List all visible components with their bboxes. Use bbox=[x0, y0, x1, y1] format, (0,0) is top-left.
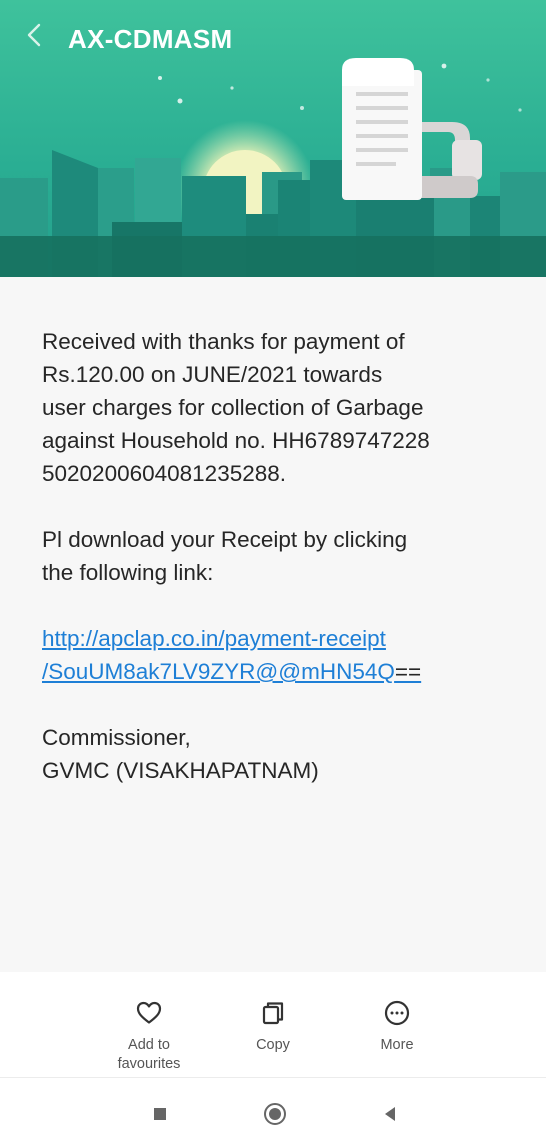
receipt-link-text[interactable]: /SouUM8ak7LV9ZYR@@mHN54Q bbox=[42, 659, 395, 684]
copy-label: Copy bbox=[256, 1037, 290, 1053]
message-line: against Household no. HH6789747228 bbox=[42, 428, 430, 453]
sender-name: AX-CDMASM bbox=[68, 24, 233, 54]
recents-button[interactable] bbox=[146, 1100, 174, 1128]
favourites-label: Add to favourites bbox=[118, 1036, 181, 1074]
receipt-link-line2[interactable]: /SouUM8ak7LV9ZYR@@mHN54Q== bbox=[42, 655, 522, 688]
add-to-favourites-button[interactable]: Add to favourites bbox=[99, 998, 199, 1074]
home-button[interactable] bbox=[261, 1100, 289, 1128]
favourites-label-line2: favourites bbox=[117, 1056, 181, 1072]
triangle-back-icon bbox=[385, 1107, 395, 1121]
link-paragraph: http://apclap.co.in/payment-receipt /Sou… bbox=[42, 622, 522, 688]
signature-line: Commissioner, bbox=[42, 725, 191, 750]
back-button[interactable] bbox=[26, 22, 54, 54]
signature-paragraph: Commissioner, GVMC (VISAKHAPATNAM) bbox=[42, 721, 522, 787]
nav-back-button[interactable] bbox=[376, 1100, 404, 1128]
message-line: user charges for collection of Garbage bbox=[42, 395, 424, 420]
message-line: Rs.120.00 on JUNE/2021 towards bbox=[42, 362, 383, 387]
sms-detail-screen: AX-CDMASM Received with thanks for payme… bbox=[0, 0, 546, 1148]
copy-icon bbox=[258, 998, 288, 1028]
system-navigation-bar bbox=[0, 1077, 546, 1148]
message-line: Pl download your Receipt by clicking bbox=[42, 527, 408, 552]
more-button[interactable]: More bbox=[347, 998, 447, 1055]
favourites-label-line1: Add to bbox=[128, 1037, 170, 1053]
message-line: Received with thanks for payment of bbox=[42, 329, 405, 354]
receipt-link-line1[interactable]: http://apclap.co.in/payment-receipt bbox=[42, 622, 522, 655]
signature-line: GVMC (VISAKHAPATNAM) bbox=[42, 758, 319, 783]
chevron-left-icon bbox=[27, 23, 41, 47]
header-banner: AX-CDMASM bbox=[0, 0, 546, 277]
square-icon bbox=[154, 1108, 166, 1120]
message-line: the following link: bbox=[42, 560, 214, 585]
more-icon bbox=[382, 998, 412, 1028]
copy-button[interactable]: Copy bbox=[223, 998, 323, 1055]
message-area: Received with thanks for payment of Rs.1… bbox=[0, 277, 546, 972]
message-body[interactable]: Received with thanks for payment of Rs.1… bbox=[42, 325, 522, 820]
heart-icon bbox=[134, 998, 164, 1028]
more-label: More bbox=[380, 1037, 414, 1053]
circle-icon bbox=[264, 1103, 286, 1125]
payment-paragraph: Received with thanks for payment of Rs.1… bbox=[42, 325, 522, 490]
link-suffix: == bbox=[394, 659, 422, 684]
action-bar: Add to favourites Copy More bbox=[0, 972, 546, 1077]
message-line: 5020200604081235288. bbox=[42, 461, 287, 486]
download-paragraph: Pl download your Receipt by clicking the… bbox=[42, 523, 522, 589]
